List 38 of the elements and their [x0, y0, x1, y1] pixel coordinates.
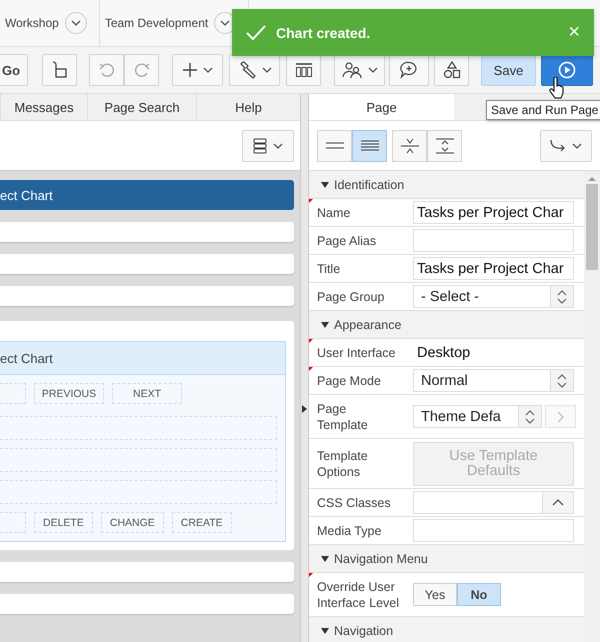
property-label: Page Template: [317, 400, 369, 432]
property-label: Media Type: [317, 522, 382, 538]
property-label: Title: [317, 260, 342, 276]
text-field[interactable]: Tasks per Project Char: [413, 257, 574, 280]
nav-tab[interactable]: Workshop: [5, 16, 59, 30]
property-value: Desktop: [416, 344, 470, 360]
property-label: Page Group: [317, 288, 386, 304]
nav-tab[interactable]: Team Development: [104, 16, 208, 30]
property-label: User Interface: [317, 344, 397, 360]
button-position[interactable]: CREATE: [172, 512, 232, 533]
section-header[interactable]: Navigation: [309, 617, 584, 642]
toggle-option[interactable]: No: [457, 583, 501, 606]
button-position[interactable]: CHANGE: [100, 512, 164, 533]
select-field[interactable]: Theme Defa: [413, 405, 542, 428]
property-label: Name: [317, 204, 352, 220]
section-header[interactable]: Appearance: [309, 311, 584, 339]
select-field[interactable]: Normal: [413, 369, 574, 392]
chart-region[interactable]: ect Chart PREVIOUS NEXT DELETE CHANGE CREATE: [0, 341, 286, 542]
button-position[interactable]: PREVIOUS: [34, 383, 104, 404]
property-label: Override User Interface Level: [317, 578, 399, 610]
save-button[interactable]: Save: [481, 54, 536, 86]
property-label: Page Alias: [317, 232, 378, 248]
tooltip: Save and Run Page: [486, 100, 600, 120]
go-button[interactable]: Go: [0, 54, 28, 86]
property-label: CSS Classes: [317, 494, 392, 510]
section-header[interactable]: Navigation Menu: [309, 545, 584, 573]
region-header[interactable]: ect Chart: [0, 180, 294, 210]
select-field[interactable]: - Select -: [413, 285, 574, 308]
toggle-option[interactable]: Yes: [413, 583, 457, 606]
panel-tab[interactable]: Page: [309, 94, 454, 120]
button-position[interactable]: NEXT: [112, 383, 182, 404]
property-label: Page Mode: [317, 372, 382, 388]
button-position[interactable]: DELETE: [34, 512, 93, 533]
notification-message: Chart created.: [276, 24, 370, 40]
section-header[interactable]: Identification: [309, 171, 584, 199]
region-title: ect Chart: [0, 342, 285, 375]
property-label: Template Options: [317, 448, 369, 480]
text-field[interactable]: Tasks per Project Char: [413, 201, 574, 224]
